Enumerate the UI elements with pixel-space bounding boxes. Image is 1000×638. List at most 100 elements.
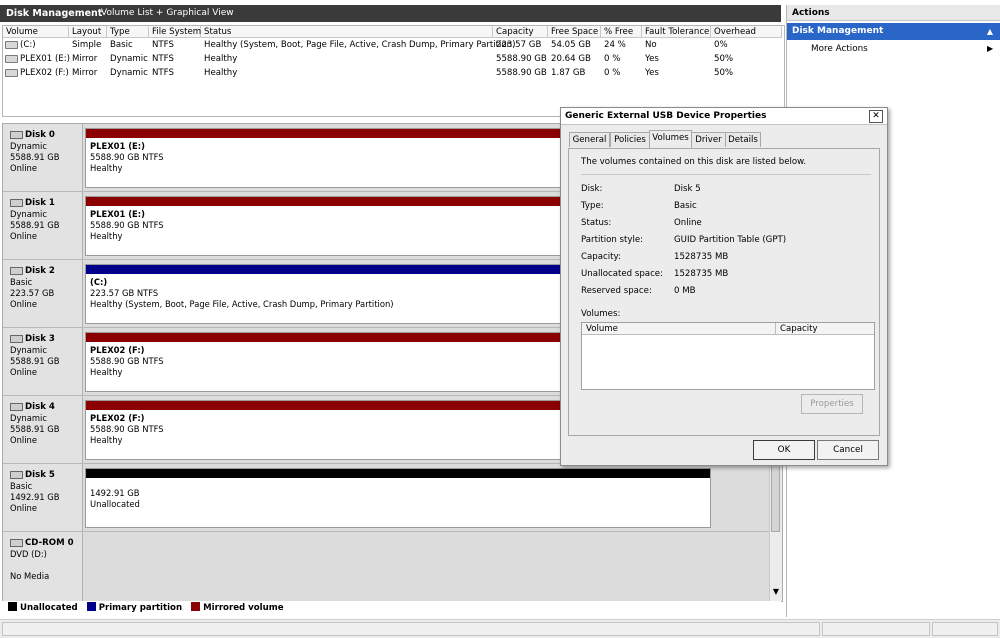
disk-size: 5588.91 GB [10,356,60,366]
disk-icon [10,470,23,479]
volumes-table[interactable]: Volume Capacity [581,322,875,390]
properties-button[interactable]: Properties [801,394,863,414]
column-header-volume[interactable]: Volume [3,26,69,38]
percent-free-cell: 0 % [604,54,621,64]
fault-tolerance-cell: Yes [645,54,659,64]
volume-row[interactable]: PLEX01 (E:) Mirror Dynamic NTFS Healthy … [3,53,782,66]
disk-type: Dynamic [10,209,47,219]
legend-swatch [8,602,17,611]
actions-title: Actions [787,5,1000,21]
column-header-capacity[interactable]: Capacity [776,323,874,335]
disk-label[interactable]: Disk 5 Basic 1492.91 GB Online [3,464,83,531]
partition-size: 5588.90 GB NTFS [90,356,164,366]
status-cell: Healthy [204,68,238,78]
volume-list[interactable]: Volume Layout Type File System Status Ca… [2,25,785,117]
column-header-volume[interactable]: Volume [582,323,776,335]
partition-block[interactable]: 1492.91 GB Unallocated [85,468,711,528]
disk-icon [10,266,23,275]
overhead-cell: 50% [714,68,734,78]
partition-status: Healthy [90,231,123,241]
submenu-arrow-icon[interactable]: ▶ [987,44,993,53]
cdrom-row[interactable]: CD-ROM 0 DVD (D:) No Media [3,532,771,601]
tab-general[interactable]: General [569,132,610,147]
dialog-title-bar[interactable]: Generic External USB Device Properties ✕ [561,108,887,125]
column-header-overhead[interactable]: Overhead [711,26,782,38]
column-header-layout[interactable]: Layout [69,26,107,38]
partition-status: Healthy (System, Boot, Page File, Active… [90,299,394,309]
legend-item-primary: Primary partition [86,601,183,616]
reserved-space-value: 0 MB [674,286,696,296]
scroll-down-arrow-icon[interactable]: ▼ [771,586,781,598]
tab-details[interactable]: Details [725,132,761,147]
device-properties-dialog: Generic External USB Device Properties ✕… [560,107,888,466]
volume-row[interactable]: PLEX02 (F:) Mirror Dynamic NTFS Healthy … [3,67,782,80]
tab-volumes[interactable]: Volumes [649,130,692,148]
overhead-cell: 50% [714,54,734,64]
legend-label: Unallocated [20,603,78,613]
disk-label[interactable]: Disk 4 Dynamic 5588.91 GB Online [3,396,83,463]
capacity-cell: 5588.90 GB [496,54,547,64]
file-system-cell: NTFS [152,54,174,64]
disk-type: Basic [10,277,33,287]
volume-name: PLEX01 (E:) [20,54,70,64]
legend-label: Primary partition [98,603,183,613]
legend-swatch [191,602,201,611]
disk-icon [10,334,23,343]
partition-status: Healthy [90,435,123,445]
actions-section-disk-management[interactable]: Disk Management ▲ [787,23,1000,40]
partition-status: Unallocated [90,499,140,509]
tab-driver[interactable]: Driver [691,132,726,147]
disk-label[interactable]: Disk 3 Dynamic 5588.91 GB Online [3,328,83,395]
partition-info: PLEX02 (F:) 5588.90 GB NTFS Healthy [90,345,164,378]
cdrom-media: No Media [10,571,50,581]
column-header-type[interactable]: Type [107,26,149,38]
type-cell: Dynamic [110,54,148,64]
column-header-file-system[interactable]: File System [149,26,201,38]
ok-button[interactable]: OK [753,440,815,460]
layout-cell: Mirror [72,68,98,78]
disk-label[interactable]: Disk 0 Dynamic 5588.91 GB Online [3,124,83,191]
close-icon[interactable]: ✕ [869,110,883,123]
column-header-percent-free[interactable]: % Free [601,26,642,38]
column-header-capacity[interactable]: Capacity [493,26,548,38]
disk-value: Disk 5 [674,184,701,194]
partition-status: Healthy [90,367,123,377]
disk-icon [10,130,23,139]
disk-icon [10,198,23,207]
partition-name: PLEX01 (E:) [90,141,145,151]
status-bar-section [2,622,820,636]
collapse-up-icon[interactable]: ▲ [987,23,993,40]
unallocated-space-label: Unallocated space: [581,269,663,279]
file-system-cell: NTFS [152,40,174,50]
layout-cell: Mirror [72,54,98,64]
partition-size: 5588.90 GB NTFS [90,424,164,434]
column-header-free-space[interactable]: Free Space [548,26,601,38]
partition-name: (C:) [90,277,108,287]
cdrom-label[interactable]: CD-ROM 0 DVD (D:) No Media [3,532,83,601]
status-value: Online [674,218,702,228]
fault-tolerance-cell: No [645,40,657,50]
drive-icon [5,40,18,49]
free-space-cell: 1.87 GB [551,68,586,78]
disk-state: Online [10,367,38,377]
disk-label[interactable]: Disk 1 Dynamic 5588.91 GB Online [3,192,83,259]
capacity-label: Capacity: [581,252,621,262]
partition-status: Healthy [90,163,123,173]
volume-row[interactable]: (C:) Simple Basic NTFS Healthy (System, … [3,39,782,52]
cdrom-drive: DVD (D:) [10,549,47,559]
more-actions-link[interactable]: More Actions [811,44,868,54]
status-cell: Healthy (System, Boot, Page File, Active… [204,40,516,50]
volumes-label: Volumes: [581,309,621,319]
partition-info: PLEX01 (E:) 5588.90 GB NTFS Healthy [90,209,164,242]
type-cell: Basic [110,40,133,50]
cancel-button[interactable]: Cancel [817,440,879,460]
column-header-fault-tolerance[interactable]: Fault Tolerance [642,26,711,38]
disk-label[interactable]: Disk 2 Basic 223.57 GB Online [3,260,83,327]
disk-state: Online [10,435,38,445]
tab-policies[interactable]: Policies [610,132,650,147]
disk-row[interactable]: Disk 5 Basic 1492.91 GB Online 1492.91 GB Una… [3,464,771,532]
column-header-status[interactable]: Status [201,26,493,38]
disk-size: 1492.91 GB [10,492,60,502]
disk-type: Dynamic [10,413,47,423]
partition-style-value: GUID Partition Table (GPT) [674,235,787,245]
